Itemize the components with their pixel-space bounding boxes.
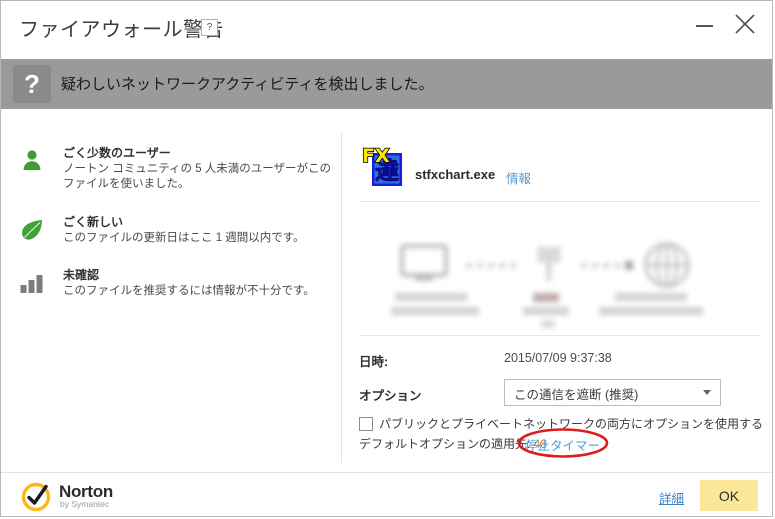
chevron-down-icon — [703, 390, 711, 395]
network-diagram — [391, 241, 731, 329]
default-option-prefix: デフォルトオプションの適用先: — [359, 437, 534, 451]
reputation-title: 未確認 — [63, 268, 100, 282]
reputation-text-block: ごく新しい このファイルの更新日はここ 1 週間以内です。 — [63, 214, 335, 246]
alert-banner: ? 疑わしいネットワークアクティビティを検出しました。 — [1, 59, 772, 109]
reputation-description: ノートン コミュニティの 5 人未満のユーザーがこのファイルを使いました。 — [63, 163, 332, 190]
dialog-footer: Norton by Symantec 詳細 OK — [1, 472, 772, 516]
help-icon[interactable]: ? — [201, 19, 218, 36]
section-divider-top — [359, 201, 761, 202]
dialog-body: ごく少数のユーザー ノートン コミュニティの 5 人未満のユーザーがこのファイル… — [1, 109, 772, 472]
alert-message: 疑わしいネットワークアクティビティを検出しました。 — [61, 76, 434, 93]
firewall-alert-window: ファイアウォール警告 ? ? 疑わしいネットワークアクティビティを検出しました。 — [0, 0, 773, 517]
close-icon[interactable] — [730, 9, 760, 39]
bar-chart-icon — [19, 269, 49, 299]
application-icon: 達 FX — [359, 143, 405, 189]
reputation-title: ごく少数のユーザー — [63, 146, 171, 160]
reputation-title: ごく新しい — [63, 215, 124, 229]
norton-tagline: by Symantec — [60, 499, 110, 509]
date-label: 日時: — [359, 355, 389, 369]
default-option-countdown-text: デフォルトオプションの適用先: 48 — [359, 435, 547, 452]
svg-text:FX: FX — [362, 145, 390, 167]
file-info-link[interactable]: 情報 — [506, 168, 531, 187]
ok-button[interactable]: OK — [700, 480, 758, 511]
file-name-label: stfxchart.exe — [415, 167, 496, 182]
apply-both-networks-checkbox[interactable] — [359, 417, 373, 431]
detail-link[interactable]: 詳細 — [659, 488, 684, 507]
user-icon — [19, 147, 49, 177]
reputation-text-block: 未確認 このファイルを推奨するには情報が不十分です。 — [63, 267, 335, 299]
reputation-text-block: ごく少数のユーザー ノートン コミュニティの 5 人未満のユーザーがこのファイル… — [63, 145, 335, 192]
date-value: 2015/07/09 9:37:38 — [504, 351, 612, 365]
title-bar: ファイアウォール警告 ? — [1, 1, 772, 56]
option-label: オプション — [359, 389, 422, 403]
minimize-button[interactable] — [692, 11, 718, 37]
reputation-description: このファイルを推奨するには情報が不十分です。 — [63, 285, 315, 297]
question-mark-icon: ? — [13, 65, 51, 103]
option-dropdown[interactable]: この通信を遮断 (推奨) — [504, 379, 721, 406]
stop-timer-link[interactable]: 停止タイマー — [525, 435, 600, 454]
section-divider-bottom — [359, 335, 761, 336]
leaf-icon — [19, 216, 49, 246]
norton-logo: Norton by Symantec — [21, 480, 201, 512]
file-header-row: 達 FX stfxchart.exe 情報 — [359, 143, 759, 191]
panel-divider — [341, 133, 342, 463]
option-selected-value: この通信を遮断 (推奨) — [514, 388, 639, 402]
reputation-description: このファイルの更新日はここ 1 週間以内です。 — [63, 232, 305, 244]
apply-both-networks-label: パブリックとプライベートネットワークの両方にオプションを使用する — [379, 417, 764, 431]
page-title: ファイアウォール警告 — [19, 19, 224, 41]
